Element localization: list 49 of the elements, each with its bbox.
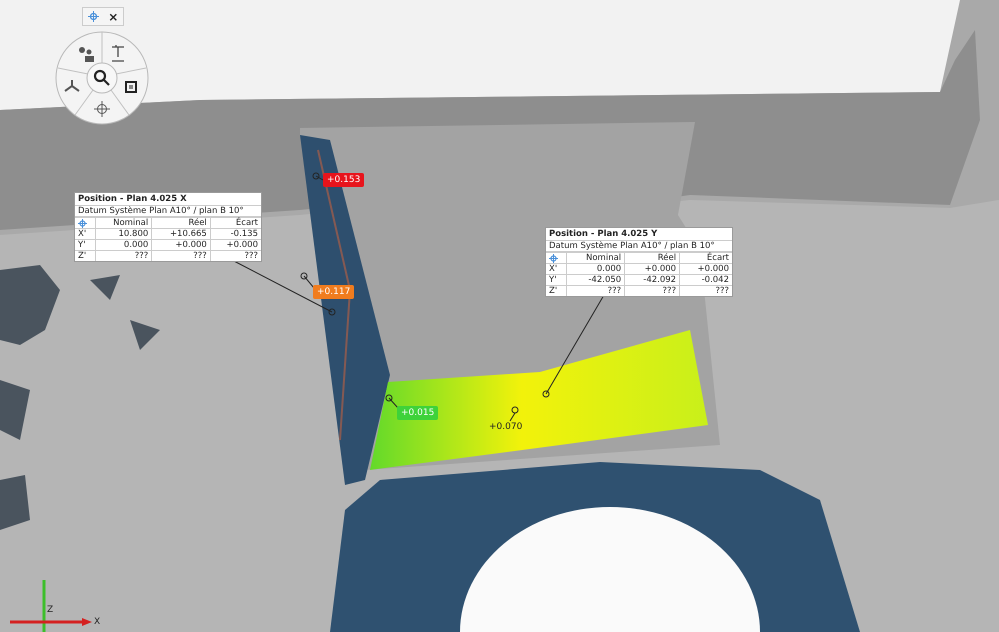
search-icon[interactable] (94, 70, 110, 86)
people-icon[interactable] (79, 47, 94, 62)
callout-subtitle: Datum Système Plan A10° / plan B 10° (546, 241, 732, 252)
table-cell: -42.092 (624, 274, 680, 286)
table-cell: +0.000 (210, 240, 261, 250)
table-cell: 10.800 (96, 228, 152, 240)
frame-icon[interactable] (125, 81, 137, 93)
axis-cell: Y' (75, 240, 96, 250)
column-header: Nominal (566, 252, 625, 264)
table-cell: +0.000 (152, 240, 210, 250)
table-cell: 0.000 (566, 264, 625, 274)
callout-title: Position - Plan 4.025 Y (546, 228, 732, 241)
crosshair-icon (78, 218, 87, 228)
table-cell: ??? (210, 250, 261, 261)
deviation-label: +0.117 (313, 285, 354, 299)
leader-line (510, 406, 518, 422)
column-header: Écart (680, 252, 732, 264)
table-cell: -0.042 (680, 274, 732, 286)
axis-cell: Y' (546, 274, 566, 286)
column-header: Réel (152, 218, 210, 228)
axis-label: X (94, 617, 100, 627)
text-icon[interactable] (111, 44, 125, 62)
column-header: Réel (624, 252, 680, 264)
crosshair-icon[interactable] (94, 100, 110, 118)
table-cell: +0.000 (680, 264, 732, 274)
axis-cell: X' (75, 228, 96, 240)
axis-cell: Z' (546, 286, 566, 296)
deviation-label: +0.070 (488, 421, 524, 434)
table-cell: ??? (680, 286, 732, 296)
table-cell: +0.000 (624, 264, 680, 274)
axis-label: Z (47, 605, 54, 615)
callout-title: Position - Plan 4.025 X (75, 193, 261, 206)
axis-cell: X' (546, 264, 566, 274)
axis-cell: Z' (75, 250, 96, 261)
leader-line (312, 172, 324, 180)
deviation-label: +0.015 (397, 406, 438, 420)
crosshair-icon (549, 254, 558, 262)
column-header: Écart (210, 218, 261, 228)
table-cell: 0.000 (96, 240, 152, 250)
callout-subtitle: Datum Système Plan A10° / plan B 10° (75, 206, 261, 217)
table-cell: -42.050 (566, 274, 625, 286)
close-button[interactable]: × (108, 10, 118, 24)
leader-line (386, 394, 398, 408)
table-cell: -0.135 (210, 228, 261, 240)
deviation-label: +0.153 (323, 173, 364, 187)
column-header: Nominal (96, 218, 152, 228)
crosshair-icon[interactable] (88, 11, 99, 22)
table-cell: +10.665 (152, 228, 210, 240)
tripod-icon[interactable] (64, 79, 80, 92)
